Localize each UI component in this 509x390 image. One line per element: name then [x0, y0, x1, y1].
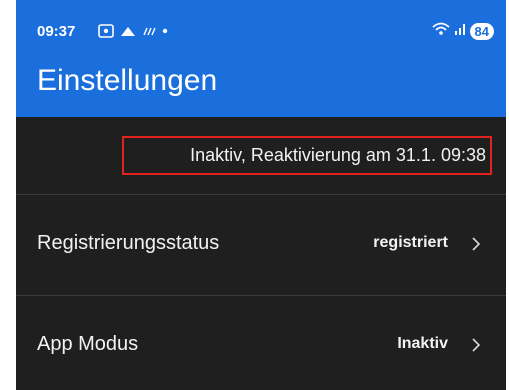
- chevron-right-icon: [471, 337, 481, 358]
- page-title: Einstellungen: [37, 64, 218, 97]
- setting-label: App Modus: [37, 333, 139, 355]
- weather-icon: [142, 25, 156, 37]
- signal-icon: [454, 22, 466, 41]
- reactivation-notice: Inaktiv, Reaktivierung am 31.1. 09:38: [16, 117, 506, 194]
- setting-app-mode[interactable]: App Modus Inaktiv: [16, 296, 506, 390]
- system-icons: 84: [431, 22, 494, 41]
- setting-label: Registrierungsstatus: [37, 232, 220, 254]
- wifi-icon: [431, 22, 450, 41]
- chevron-right-icon: [471, 236, 481, 257]
- notification-icons: [98, 23, 168, 39]
- reactivation-status-text: Inaktiv, Reaktivierung am 31.1. 09:38: [190, 145, 486, 165]
- phone-screen: 09:37 84 Einstellungen Inaktiv, Reaktivi…: [16, 0, 506, 390]
- setting-value: Inaktiv: [397, 335, 448, 352]
- status-bar: 09:37 84: [16, 0, 506, 40]
- setting-value: registriert: [373, 234, 448, 251]
- setting-registration-status[interactable]: Registrierungsstatus registriert: [16, 195, 506, 295]
- status-time: 09:37: [37, 23, 76, 40]
- highlight-box: Inaktiv, Reaktivierung am 31.1. 09:38: [122, 136, 492, 175]
- dot-icon: [162, 28, 168, 34]
- screenshot-icon: [98, 24, 114, 38]
- battery-indicator: 84: [469, 23, 494, 40]
- cloud-icon: [120, 25, 136, 37]
- app-header: 09:37 84 Einstellungen: [16, 0, 506, 117]
